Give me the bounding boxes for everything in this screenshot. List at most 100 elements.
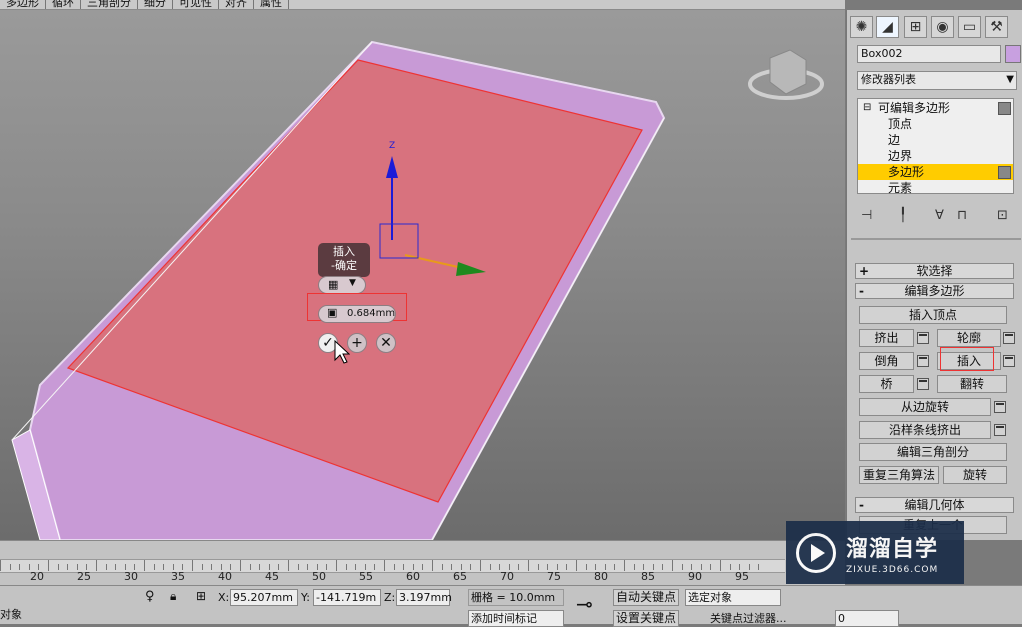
inset-highlight <box>940 347 994 371</box>
extrude-along-spline-button[interactable]: 沿样条线挤出 <box>859 421 991 439</box>
ribbon-tab[interactable]: 可见性 <box>173 0 219 9</box>
chevron-down-icon: ▼ <box>1006 74 1014 85</box>
expand-icon: + <box>859 264 870 278</box>
transform-mode-icon[interactable]: ⊞ <box>196 589 206 603</box>
selected-object-dropdown[interactable]: 选定对象 <box>685 589 781 606</box>
timeline-tick-mark <box>393 564 395 570</box>
configure-sets-icon[interactable]: ⊡ <box>997 208 1008 223</box>
timeline-tick-mark <box>211 564 213 570</box>
z-coordinate-field[interactable]: 3.197mm <box>396 589 452 606</box>
cancel-button[interactable]: ✕ <box>376 333 396 353</box>
outline-settings-icon[interactable] <box>1003 332 1015 344</box>
x-coordinate-field[interactable]: 95.207mm <box>230 589 298 606</box>
sublevel-label: 边 <box>888 133 901 147</box>
hierarchy-icon[interactable]: ⊞ <box>904 16 927 38</box>
timeline-tick-mark <box>528 560 529 571</box>
inset-type-dropdown[interactable]: ▦ ▼ <box>318 276 366 294</box>
bevel-button[interactable]: 倒角 <box>859 352 914 370</box>
extrude-button[interactable]: 挤出 <box>859 329 914 347</box>
viewcube-icon[interactable] <box>769 49 807 95</box>
set-key-button[interactable]: 设置关键点 <box>613 610 679 627</box>
outline-button[interactable]: 轮廓 <box>937 329 1001 347</box>
modify-icon[interactable]: ◢ <box>876 16 899 38</box>
watermark-url: ZIXUE.3D66.COM <box>846 565 939 575</box>
timeline-tick-mark <box>336 560 337 571</box>
timeline-tick-mark <box>384 560 385 571</box>
gizmo-z-label: Z <box>389 141 396 151</box>
stack-root-item[interactable]: ⊟ 可编辑多边形 <box>858 100 1013 116</box>
extrude-spline-settings-icon[interactable] <box>994 424 1006 436</box>
rollout-label: 编辑几何体 <box>904 498 965 512</box>
add-time-tag-field[interactable]: 添加时间标记 <box>468 610 564 627</box>
timeline-tick-mark <box>624 560 625 571</box>
bridge-button[interactable]: 桥 <box>859 375 914 393</box>
object-name-field[interactable]: Box002 <box>857 45 1001 63</box>
ribbon-tab[interactable]: 细分 <box>138 0 173 9</box>
timeline-tick-mark <box>307 564 309 570</box>
motion-icon[interactable]: ◉ <box>931 16 954 38</box>
timeline-tick-label: 45 <box>265 570 279 583</box>
rollout-soft-selection[interactable]: + 软选择 <box>855 263 1014 279</box>
timeline-tick-mark <box>355 564 357 570</box>
apply-button[interactable]: + <box>347 333 367 353</box>
stack-sublevel-polygon[interactable]: 多边形 <box>858 164 1013 180</box>
ribbon-tab[interactable]: 循环 <box>46 0 81 9</box>
inset-amount-value[interactable]: 0.684mm <box>347 308 395 319</box>
key-icon[interactable]: ⊸ <box>576 592 593 616</box>
sublevel-label: 多边形 <box>888 165 925 179</box>
utilities-icon[interactable]: ⚒ <box>985 16 1008 38</box>
frame-field[interactable]: 0 <box>835 610 899 627</box>
collapse-icon[interactable]: ⊟ <box>863 100 871 116</box>
stack-sublevel-border[interactable]: 边界 <box>858 148 1013 164</box>
create-icon[interactable]: ✺ <box>850 16 873 38</box>
edit-triangulation-button[interactable]: 编辑三角剖分 <box>859 443 1007 461</box>
ribbon-tab[interactable]: 多边形 <box>0 0 46 9</box>
hinge-from-edge-button[interactable]: 从边旋转 <box>859 398 991 416</box>
stack-sublevel-edge[interactable]: 边 <box>858 132 1013 148</box>
ribbon-tab[interactable]: 属性 <box>254 0 289 9</box>
inset-settings-icon[interactable] <box>1003 355 1015 367</box>
ribbon-tab[interactable]: 对齐 <box>219 0 254 9</box>
timeline-tick-mark <box>48 560 49 571</box>
timeline-tick-mark <box>422 564 424 570</box>
key-filters-button[interactable]: 关键点过滤器... <box>710 610 787 627</box>
rollout-edit-polygons[interactable]: - 编辑多边形 <box>855 283 1014 299</box>
inset-amount-field[interactable]: ▣ 0.684mm <box>318 305 396 323</box>
lock-icon[interactable]: 🔒︎ <box>170 589 176 604</box>
show-end-result-toggle-icon[interactable]: ╿ <box>899 208 907 223</box>
ribbon-tab[interactable]: 三角剖分 <box>81 0 138 9</box>
bevel-settings-icon[interactable] <box>917 355 929 367</box>
make-unique-icon[interactable]: ∀ <box>935 208 944 223</box>
check-icon: ✓ <box>322 335 334 351</box>
flip-button[interactable]: 翻转 <box>937 375 1007 393</box>
show-end-result-icon[interactable] <box>998 102 1011 115</box>
stack-sublevel-vertex[interactable]: 顶点 <box>858 116 1013 132</box>
pin-indicator-icon <box>998 166 1011 179</box>
timeline-tick-mark <box>662 564 664 570</box>
modifier-list-dropdown[interactable]: 修改器列表 ▼ <box>857 71 1017 90</box>
retriangulate-button[interactable]: 重复三角算法 <box>859 466 939 484</box>
timeline-tick-label: 65 <box>453 570 467 583</box>
hinge-settings-icon[interactable] <box>994 401 1006 413</box>
rollout-edit-geometry[interactable]: - 编辑几何体 <box>855 497 1014 513</box>
turn-button[interactable]: 旋转 <box>943 466 1007 484</box>
bridge-settings-icon[interactable] <box>917 378 929 390</box>
timeline-tick-mark <box>9 564 11 570</box>
auto-key-button[interactable]: 自动关键点 <box>613 589 679 606</box>
display-icon[interactable]: ▭ <box>958 16 981 38</box>
track-bar[interactable] <box>0 559 785 573</box>
y-coordinate-field[interactable]: -141.719m <box>313 589 381 606</box>
modifier-list-label: 修改器列表 <box>861 73 916 86</box>
perspective-viewport[interactable]: Z 插入 -确定 ▦ ▼ ▣ 0.684mm ✓ + ✕ <box>0 10 845 540</box>
timeline-tick-mark <box>249 564 251 570</box>
timeline-tick-label: 90 <box>688 570 702 583</box>
x-label: X: <box>218 591 230 604</box>
isolate-icon[interactable]: ♀ <box>145 589 155 604</box>
remove-modifier-icon[interactable]: ⊓ <box>957 208 967 223</box>
extrude-settings-icon[interactable] <box>917 332 929 344</box>
pin-stack-icon[interactable]: ⊣ <box>861 208 872 223</box>
stack-sublevel-element[interactable]: 元素 <box>858 180 1013 196</box>
object-color-swatch[interactable] <box>1005 45 1021 63</box>
timeline-tick-mark <box>672 560 673 571</box>
insert-vertex-button[interactable]: 插入顶点 <box>859 306 1007 324</box>
